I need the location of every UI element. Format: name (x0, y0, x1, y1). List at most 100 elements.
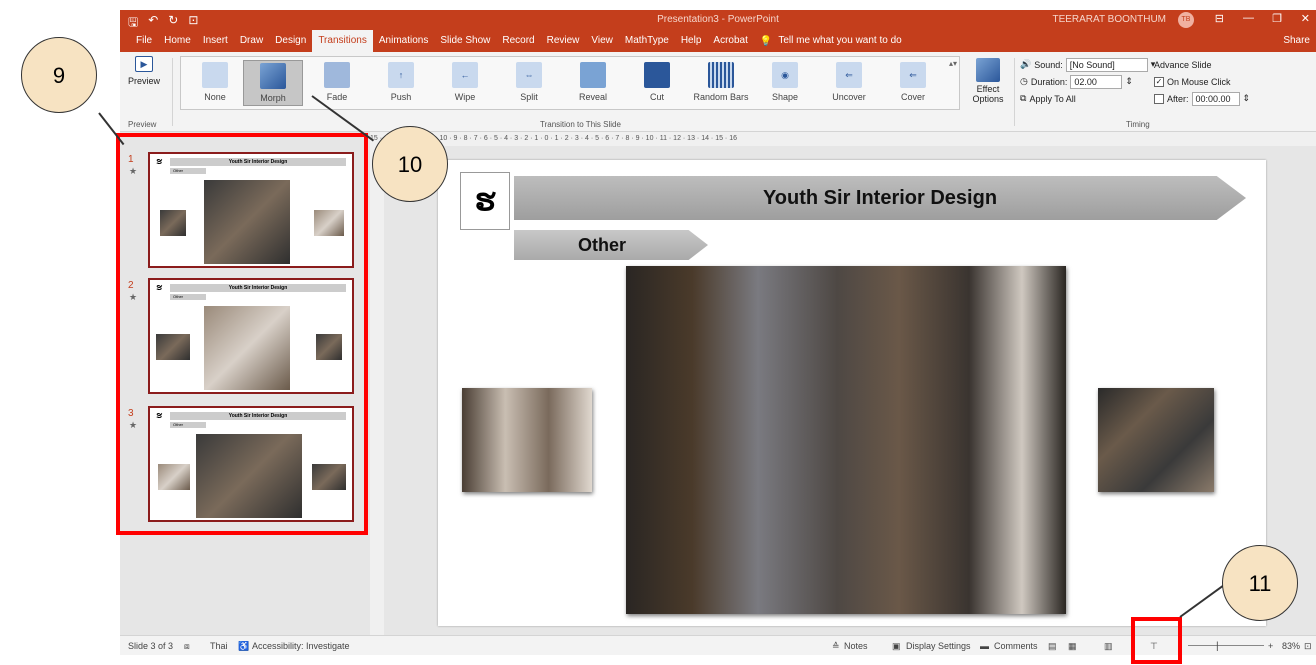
random-bars-thumb-icon (708, 62, 734, 88)
cut-thumb-icon (644, 62, 670, 88)
apply-to-all-button[interactable]: Apply To All (1029, 94, 1075, 104)
tab-file[interactable]: File (130, 30, 158, 52)
ribbon-tabs: File Home Insert Draw Design Transitions… (120, 30, 1316, 52)
display-settings-icon: ▣ (892, 641, 901, 651)
slideshow-highlight (1131, 617, 1182, 664)
tab-view[interactable]: View (585, 30, 619, 52)
reveal-thumb-icon (580, 62, 606, 88)
none-thumb-icon (202, 62, 228, 88)
timing-group-label: Timing (1126, 120, 1150, 129)
gallery-scroll-icon[interactable]: ▴▾ (949, 59, 957, 68)
zoom-slider[interactable] (1188, 645, 1264, 646)
tab-review[interactable]: Review (541, 30, 586, 52)
right-photo[interactable] (1098, 388, 1214, 492)
accessibility-icon: ♿ (238, 641, 250, 651)
sound-label: Sound: (1034, 59, 1063, 70)
reading-view-icon[interactable]: ▥ (1104, 641, 1113, 652)
transition-push[interactable]: ↑ Push (371, 60, 431, 102)
tab-slide-show[interactable]: Slide Show (434, 30, 496, 52)
lightbulb-icon: 💡 (759, 35, 773, 47)
transition-morph[interactable]: Morph (243, 60, 303, 106)
shape-thumb-icon: ◉ (772, 62, 798, 88)
sound-icon: 🔊 (1020, 59, 1032, 69)
main-photo[interactable] (626, 266, 1066, 614)
callout-9: 9 (21, 37, 97, 113)
advance-slide-group: Advance Slide ✓ On Mouse Click After: 00:0… (1154, 56, 1250, 107)
transition-none[interactable]: None (185, 60, 245, 102)
tab-acrobat[interactable]: Acrobat (707, 30, 753, 52)
morph-thumb-icon (260, 63, 286, 89)
split-thumb-icon: ⇔ (516, 62, 542, 88)
transition-label: Fade (326, 92, 348, 102)
normal-view-icon[interactable]: ▤ (1048, 641, 1057, 652)
transition-fade[interactable]: Fade (307, 60, 367, 102)
language[interactable]: Thai (210, 641, 228, 651)
slide-canvas[interactable]: ຮ Youth Sir Interior Design Other (438, 160, 1266, 626)
slide-title[interactable]: Youth Sir Interior Design (514, 176, 1246, 220)
share-button[interactable]: Share (1283, 35, 1310, 46)
tab-design[interactable]: Design (269, 30, 312, 52)
spell-check-icon[interactable]: ⧈ (184, 641, 190, 652)
slide-sorter-icon[interactable]: ▦ (1068, 641, 1077, 652)
comments-icon: ▬ (980, 641, 989, 651)
after-input[interactable]: 00:00.00 (1191, 91, 1240, 106)
zoom-in-icon[interactable]: + (1268, 641, 1273, 651)
transition-label: None (204, 92, 226, 102)
accessibility-status[interactable]: Accessibility: Investigate (252, 641, 350, 651)
display-settings-button[interactable]: Display Settings (906, 641, 971, 651)
ribbon-divider (1014, 58, 1015, 126)
fit-slide-icon[interactable]: ⊡ (1304, 641, 1312, 652)
tab-transitions[interactable]: Transitions (312, 30, 373, 52)
user-name: TEERARAT BOONTHUM (1052, 14, 1166, 25)
duration-input[interactable]: 02.00 (1070, 74, 1123, 89)
tab-help[interactable]: Help (675, 30, 708, 52)
zoom-thumb[interactable]: | (1216, 641, 1219, 652)
avatar[interactable]: TB (1178, 12, 1194, 28)
transition-cut[interactable]: Cut (627, 60, 687, 102)
on-mouse-click-checkbox[interactable]: ✓ (1154, 76, 1164, 87)
restore-icon[interactable]: ❐ (1272, 12, 1282, 25)
transition-shape[interactable]: ◉ Shape (755, 60, 815, 102)
title-bar: 🖫 ↶ ↻ ⊡ Presentation3 - PowerPoint TEERA… (120, 10, 1316, 30)
advance-slide-label: Advance Slide (1154, 59, 1212, 70)
spinner-icon[interactable]: ⇕ (1243, 93, 1251, 104)
transition-wipe[interactable]: ← Wipe (435, 60, 495, 102)
transition-split[interactable]: ⇔ Split (499, 60, 559, 102)
tab-draw[interactable]: Draw (234, 30, 269, 52)
slide-tag[interactable]: Other (514, 230, 708, 260)
ribbon: ▶ Preview Preview None Morph Fade ↑ Push … (120, 52, 1316, 132)
effect-options-label: Effect Options (972, 84, 1004, 104)
preview-group-label: Preview (128, 120, 157, 129)
transition-label: Push (390, 92, 412, 102)
horizontal-ruler: 15 · 14 · 13 · 12 · 11 · 10 · 9 · 8 · 7 … (370, 132, 1316, 146)
tab-home[interactable]: Home (158, 30, 197, 52)
ribbon-display-icon[interactable]: ⊟ (1215, 12, 1224, 25)
tab-insert[interactable]: Insert (197, 30, 234, 52)
tell-me-search[interactable]: Tell me what you want to do (772, 30, 907, 52)
wipe-thumb-icon: ← (452, 62, 478, 88)
transition-label: Split (520, 92, 538, 102)
minimize-icon[interactable]: — (1243, 12, 1254, 24)
push-thumb-icon: ↑ (388, 62, 414, 88)
transition-cover[interactable]: ⇐ Cover (883, 60, 943, 102)
transition-reveal[interactable]: Reveal (563, 60, 623, 102)
transition-random-bars[interactable]: Random Bars (691, 60, 751, 102)
clock-icon: ◷ (1020, 76, 1028, 86)
zoom-level[interactable]: 83% (1282, 641, 1300, 651)
left-photo[interactable] (462, 388, 592, 492)
preview-button[interactable]: ▶ Preview (126, 56, 162, 86)
close-icon[interactable]: ✕ (1301, 12, 1310, 25)
after-checkbox[interactable] (1154, 93, 1164, 104)
effect-options-button[interactable]: Effect Options (968, 58, 1008, 104)
transition-label: Random Bars (693, 92, 749, 102)
logo-icon[interactable]: ຮ (460, 172, 510, 230)
tab-mathtype[interactable]: MathType (619, 30, 675, 52)
comments-button[interactable]: Comments (994, 641, 1038, 651)
notes-button[interactable]: Notes (844, 641, 868, 651)
tab-record[interactable]: Record (496, 30, 540, 52)
spinner-icon[interactable]: ⇕ (1125, 76, 1133, 87)
cover-thumb-icon: ⇐ (900, 62, 926, 88)
transition-uncover[interactable]: ⇐ Uncover (819, 60, 879, 102)
sound-dropdown[interactable]: [No Sound] (1065, 57, 1148, 72)
tab-animations[interactable]: Animations (373, 30, 434, 52)
